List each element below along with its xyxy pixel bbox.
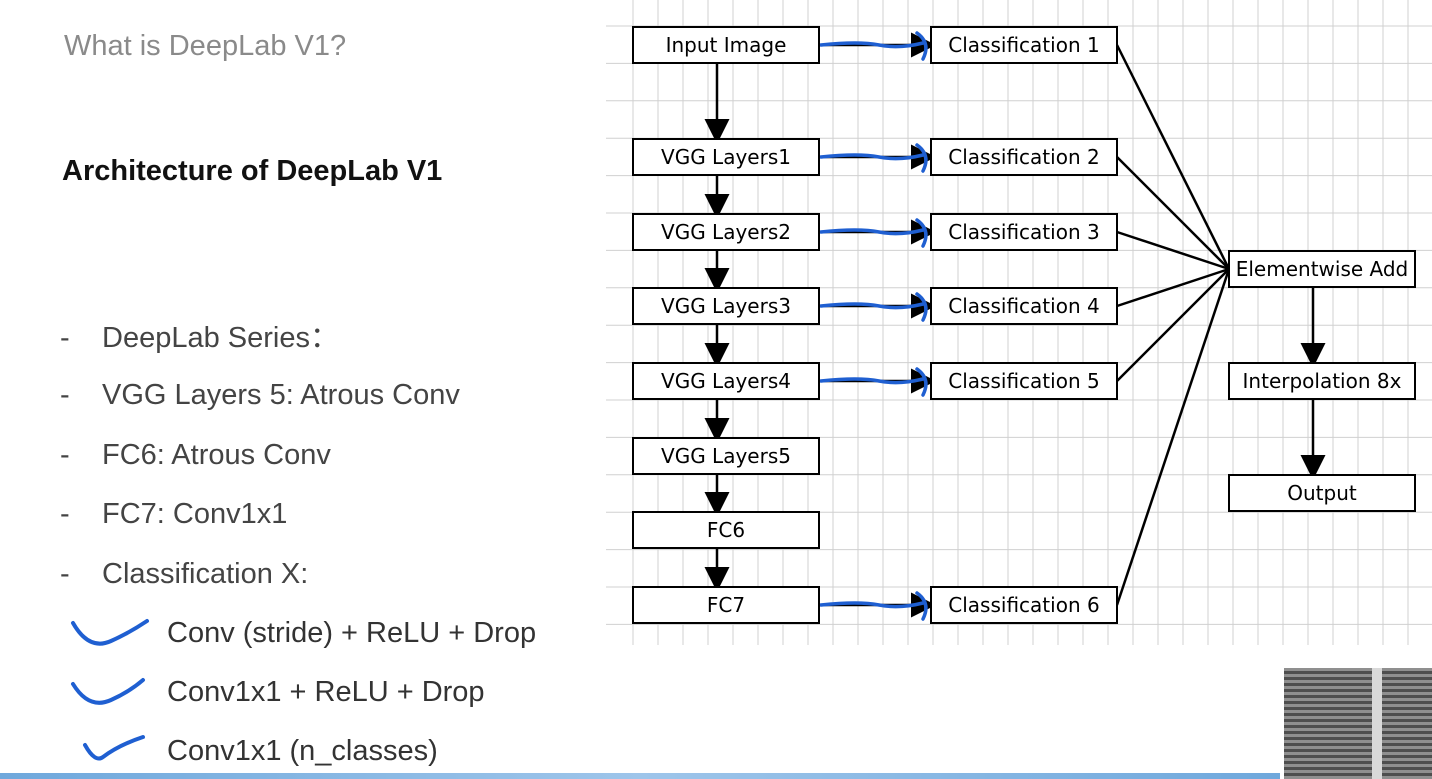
webcam-thumbnail: [1284, 668, 1432, 779]
node-elementwise-add: Elementwise Add: [1228, 250, 1416, 288]
svg-text:Classification 4: Classification 4: [948, 294, 1099, 318]
node-fc6: FC6: [632, 511, 820, 549]
svg-text:FC7: FC7: [707, 593, 745, 617]
svg-text:Interpolation 8x: Interpolation 8x: [1243, 369, 1402, 393]
svg-text:Classification 6: Classification 6: [948, 593, 1099, 617]
svg-text:Classification 1: Classification 1: [948, 33, 1099, 57]
architecture-diagram: Input Image VGG Layers1 VGG Layers2 VGG Lay…: [606, 0, 1432, 645]
svg-text:Classification 2: Classification 2: [948, 145, 1099, 169]
svg-text:Input Image: Input Image: [666, 33, 787, 57]
node-vgg-layers5: VGG Layers5: [632, 437, 820, 475]
node-classification-4: Classification 4: [930, 287, 1118, 325]
node-output: Output: [1228, 474, 1416, 512]
node-input-image: Input Image: [632, 26, 820, 64]
svg-text:Elementwise Add: Elementwise Add: [1236, 257, 1409, 281]
svg-text:Output: Output: [1287, 481, 1357, 505]
edge-classification-1-to-elementwise-add: [1115, 44, 1231, 270]
svg-text:FC6: FC6: [707, 518, 745, 542]
node-vgg-layers4: VGG Layers4: [632, 362, 820, 400]
node-vgg-layers3: VGG Layers3: [632, 287, 820, 325]
node-classification-2: Classification 2: [930, 138, 1118, 176]
svg-text:Classification 3: Classification 3: [948, 220, 1099, 244]
bottom-edge-strip: [0, 773, 1280, 779]
svg-text:Classification 5: Classification 5: [948, 369, 1099, 393]
handwritten-arrows: [819, 31, 928, 621]
node-fc7: FC7: [632, 586, 820, 624]
node-vgg-layers1: VGG Layers1: [632, 138, 820, 176]
node-classification-5: Classification 5: [930, 362, 1118, 400]
svg-text:VGG Layers1: VGG Layers1: [661, 145, 791, 169]
node-classification-1: Classification 1: [930, 26, 1118, 64]
svg-text:VGG Layers5: VGG Layers5: [661, 444, 791, 468]
node-interpolation-8x: Interpolation 8x: [1228, 362, 1416, 400]
node-classification-3: Classification 3: [930, 213, 1118, 251]
svg-text:VGG Layers4: VGG Layers4: [661, 369, 791, 393]
node-classification-6: Classification 6: [930, 586, 1118, 624]
svg-text:VGG Layers2: VGG Layers2: [661, 220, 791, 244]
node-vgg-layers2: VGG Layers2: [632, 213, 820, 251]
svg-text:VGG Layers3: VGG Layers3: [661, 294, 791, 318]
